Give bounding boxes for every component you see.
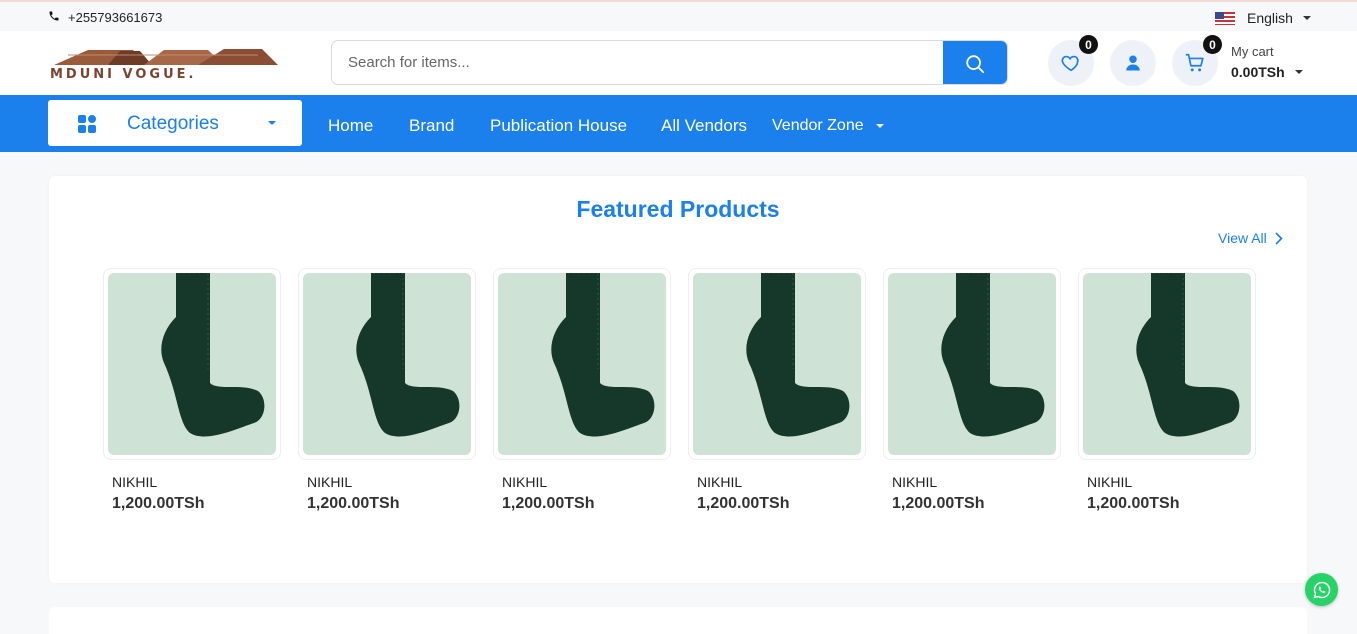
- chevron-right-icon: [1275, 231, 1283, 245]
- phone-contact[interactable]: +255793661673: [48, 10, 162, 25]
- nav-vendor-zone[interactable]: Vendor Zone: [772, 117, 884, 135]
- main-nav: Categories Home Brand Publication House …: [0, 95, 1357, 152]
- nav-all-vendors[interactable]: All Vendors: [661, 116, 747, 136]
- svg-text:MDUNI VOGUE.: MDUNI VOGUE.: [50, 67, 196, 82]
- product-image[interactable]: [298, 268, 476, 460]
- product-image[interactable]: [493, 268, 671, 460]
- cart-icon: [1185, 53, 1204, 72]
- account-button[interactable]: [1110, 40, 1156, 86]
- search-icon: [966, 54, 985, 73]
- nav-publication-house[interactable]: Publication House: [490, 116, 627, 136]
- product-card[interactable]: NIKHIL 1,200.00TSh: [883, 268, 1061, 512]
- product-name: NIKHIL: [892, 474, 938, 490]
- chevron-down-icon: [268, 121, 276, 125]
- vendor-zone-label: Vendor Zone: [772, 117, 864, 134]
- chevron-down-icon: [1294, 70, 1303, 74]
- product-name: NIKHIL: [1087, 474, 1133, 490]
- whatsapp-icon: [1312, 581, 1330, 599]
- wishlist-button[interactable]: 0: [1048, 35, 1098, 86]
- language-label: English: [1247, 10, 1293, 26]
- product-price: 1,200.00TSh: [112, 495, 205, 512]
- cart-button[interactable]: 0: [1172, 35, 1222, 86]
- product-price: 1,200.00TSh: [697, 495, 790, 512]
- product-image[interactable]: [103, 268, 281, 460]
- search-bar: [331, 40, 1008, 85]
- product-price: 1,200.00TSh: [502, 495, 595, 512]
- product-price: 1,200.00TSh: [892, 495, 985, 512]
- wishlist-count-badge: 0: [1079, 35, 1098, 54]
- product-card[interactable]: NIKHIL 1,200.00TSh: [1078, 268, 1256, 512]
- cart-count-badge: 0: [1203, 35, 1222, 54]
- product-card[interactable]: NIKHIL 1,200.00TSh: [298, 268, 476, 512]
- product-card[interactable]: NIKHIL 1,200.00TSh: [688, 268, 866, 512]
- product-image[interactable]: [883, 268, 1061, 460]
- product-price: 1,200.00TSh: [1087, 495, 1180, 512]
- view-all-link[interactable]: View All: [1218, 230, 1283, 246]
- product-name: NIKHIL: [697, 474, 743, 490]
- product-image[interactable]: [1078, 268, 1256, 460]
- grid-icon: [78, 115, 96, 133]
- chevron-down-icon: [1302, 16, 1311, 20]
- search-button[interactable]: [943, 41, 1007, 84]
- product-card[interactable]: NIKHIL 1,200.00TSh: [493, 268, 671, 512]
- categories-dropdown[interactable]: Categories: [48, 100, 302, 146]
- user-icon: [1126, 55, 1140, 71]
- top-bar: +255793661673 English: [0, 0, 1357, 31]
- cart-total-value: 0.00TSh: [1231, 64, 1285, 80]
- whatsapp-chat-button[interactable]: [1305, 573, 1338, 606]
- product-card[interactable]: NIKHIL 1,200.00TSh: [103, 268, 281, 512]
- cart-summary[interactable]: My cart 0.00TSh: [1231, 44, 1303, 80]
- nav-home[interactable]: Home: [328, 116, 373, 136]
- product-image[interactable]: [688, 268, 866, 460]
- product-name: NIKHIL: [502, 474, 548, 490]
- heart-icon: [1061, 55, 1079, 72]
- header: MDUNI VOGUE. 0 0 My cart 0.00TSh: [0, 31, 1357, 95]
- language-selector[interactable]: English: [1215, 10, 1311, 26]
- nav-brand[interactable]: Brand: [409, 116, 454, 136]
- product-name: NIKHIL: [112, 474, 158, 490]
- us-flag-icon: [1215, 11, 1235, 25]
- section-title: Featured Products: [576, 196, 780, 222]
- chevron-down-icon: [875, 124, 884, 128]
- next-section: [49, 607, 1307, 634]
- featured-products-section: Featured Products View All NIKHIL 1,200.…: [49, 176, 1307, 583]
- product-price: 1,200.00TSh: [307, 495, 400, 512]
- phone-number: +255793661673: [68, 10, 163, 25]
- cart-label: My cart: [1231, 44, 1274, 59]
- phone-icon: [48, 10, 60, 25]
- view-all-label: View All: [1218, 230, 1267, 246]
- categories-label: Categories: [127, 113, 219, 134]
- search-input[interactable]: [332, 41, 944, 84]
- product-name: NIKHIL: [307, 474, 353, 490]
- site-logo[interactable]: MDUNI VOGUE.: [48, 45, 296, 83]
- cart-total: 0.00TSh: [1231, 64, 1303, 80]
